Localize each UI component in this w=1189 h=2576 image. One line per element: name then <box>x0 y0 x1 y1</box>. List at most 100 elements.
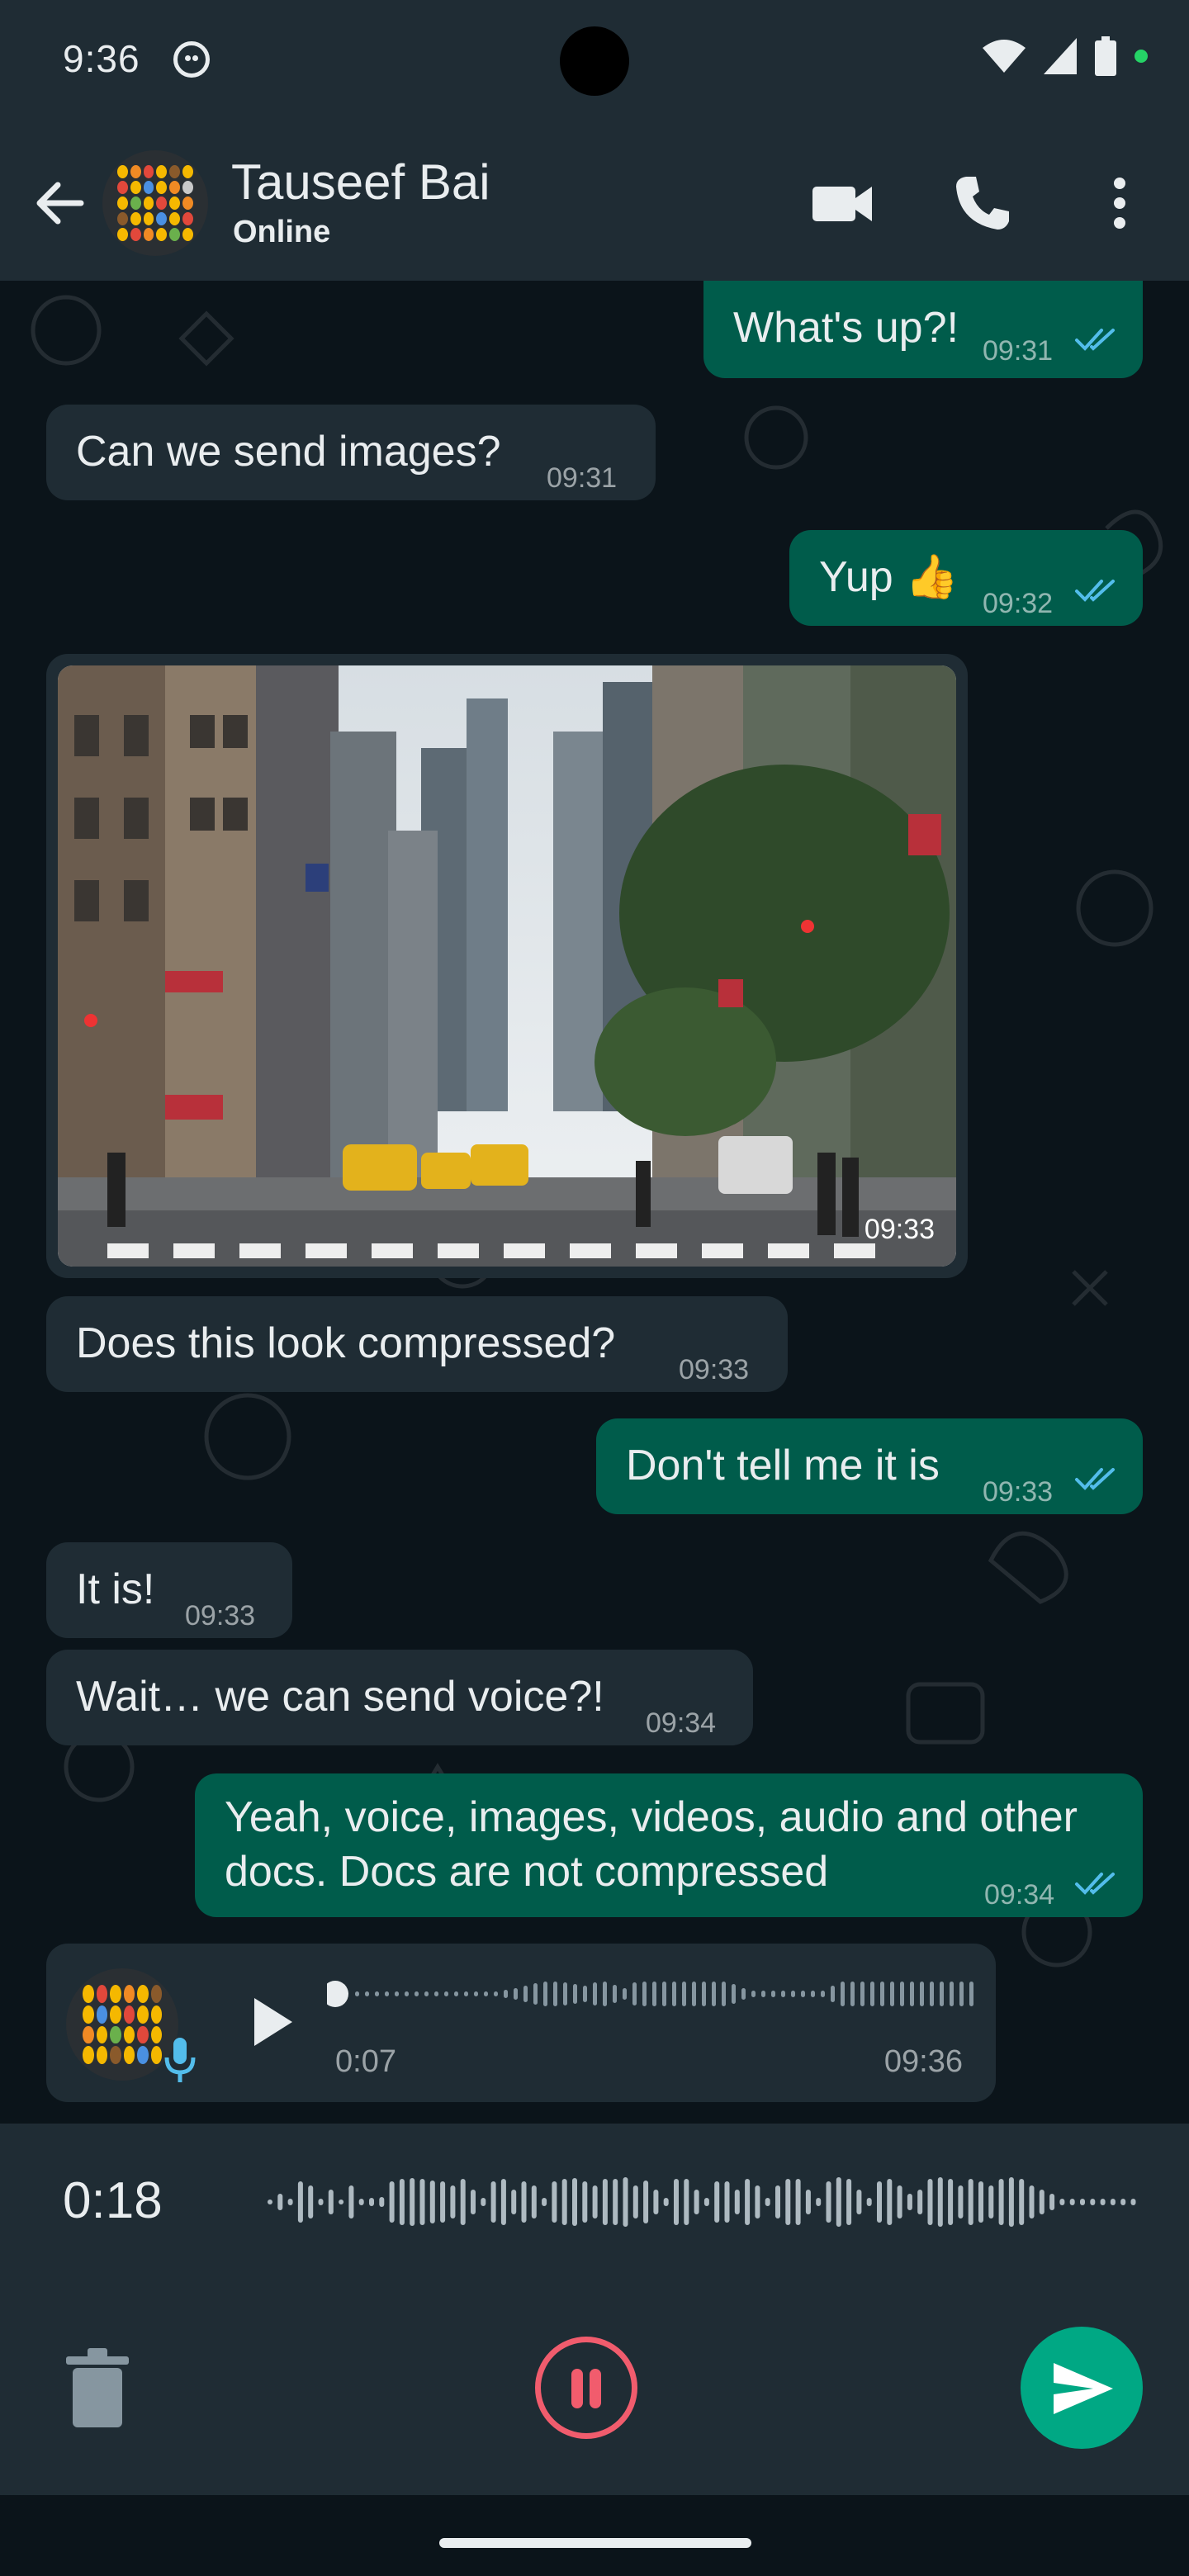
message-incoming[interactable]: Wait… we can send voice?! 09:34 <box>46 1650 753 1745</box>
pause-recording-button[interactable] <box>535 2337 637 2439</box>
message-text: Can we send images? <box>76 428 501 476</box>
play-icon[interactable] <box>244 1993 297 2051</box>
video-call-icon[interactable] <box>808 168 877 238</box>
message-outgoing[interactable]: What's up?! 09:31 <box>703 281 1143 378</box>
recording-bar <box>856 2190 862 2214</box>
waveform-bar <box>959 1982 964 2006</box>
recording-timer: 0:18 <box>63 2172 163 2229</box>
delete-recording-icon[interactable] <box>64 2346 130 2429</box>
waveform-bar <box>969 1982 973 2006</box>
waveform-bar <box>474 1991 478 1996</box>
recording-bar <box>511 2190 517 2214</box>
recording-bar <box>613 2179 618 2225</box>
read-receipt-icon <box>1075 1468 1115 1490</box>
recording-bar <box>552 2181 557 2223</box>
message-text: Does this look compressed? <box>76 1319 616 1367</box>
message-outgoing[interactable]: Don't tell me it is 09:33 <box>596 1418 1143 1514</box>
waveform-bar <box>603 1982 607 2006</box>
voice-time: 09:36 <box>883 2044 963 2079</box>
recording-bar <box>714 2181 720 2223</box>
recording-bar <box>440 2181 446 2223</box>
recording-bar <box>542 2198 547 2206</box>
waveform-bar <box>850 1982 855 2006</box>
voice-message[interactable]: 0:07 09:36 <box>46 1944 996 2102</box>
recording-bar <box>846 2179 852 2225</box>
recording-bar <box>948 2179 954 2225</box>
waveform-bar <box>890 1982 894 2006</box>
waveform-bar <box>751 1991 756 1997</box>
message-outgoing[interactable]: Yup 👍 09:32 <box>789 530 1143 626</box>
message-text: What's up?! <box>733 304 959 352</box>
more-options-icon[interactable] <box>1085 168 1154 238</box>
message-text: Yup 👍 <box>819 553 959 601</box>
recording-bar <box>287 2199 293 2205</box>
recording-bar <box>348 2185 354 2218</box>
waveform-bar <box>434 1991 438 1996</box>
recording-panel: 0:18 <box>0 2124 1189 2495</box>
recording-bar <box>745 2179 751 2225</box>
voice-call-icon[interactable] <box>948 168 1017 238</box>
contact-avatar[interactable] <box>102 150 208 256</box>
message-outgoing[interactable]: Yeah, voice, images, videos, audio and o… <box>195 1773 1143 1917</box>
send-button[interactable] <box>1021 2327 1143 2449</box>
battery-icon <box>1095 36 1116 76</box>
signal-icon <box>1044 38 1077 74</box>
recording-bar <box>663 2198 669 2206</box>
waveform-bar <box>821 1991 825 1997</box>
recording-bar <box>1080 2199 1085 2205</box>
recording-bar <box>602 2179 608 2225</box>
recording-bar <box>978 2181 983 2223</box>
home-gesture-bar[interactable] <box>439 2538 751 2548</box>
waveform-bar <box>860 1982 865 2006</box>
read-receipt-icon <box>1075 1873 1115 1895</box>
back-arrow-icon[interactable] <box>30 173 89 233</box>
waveform-bar <box>702 1982 706 2006</box>
message-incoming[interactable]: It is! 09:33 <box>46 1542 292 1638</box>
message-text-line-1: Yeah, voice, images, videos, audio and o… <box>225 1793 1078 1841</box>
waveform-bar <box>732 1984 736 2004</box>
message-time: 09:31 <box>547 462 618 494</box>
recording-bar <box>297 2181 303 2223</box>
recording-bar <box>917 2190 923 2214</box>
chat-header: Tauseef Bai Online <box>0 124 1189 281</box>
message-time: 09:33 <box>983 1476 1054 1508</box>
waveform-bar <box>771 1991 775 1997</box>
waveform-bar <box>623 1988 627 2000</box>
waveform-bar <box>553 1982 557 2006</box>
waveform-bar <box>395 1991 399 1996</box>
recording-bar <box>866 2198 872 2206</box>
avatar-emoji-grid <box>117 165 193 241</box>
recording-bar <box>816 2198 822 2206</box>
voice-waveform[interactable] <box>327 1973 979 2015</box>
recording-bar <box>684 2179 689 2225</box>
recording-bar <box>318 2199 324 2205</box>
street-photo[interactable] <box>58 665 956 1267</box>
message-incoming[interactable]: Can we send images? 09:31 <box>46 405 656 500</box>
voice-playhead[interactable] <box>327 1981 348 2007</box>
recording-bar <box>592 2185 598 2218</box>
waveform-bar <box>880 1982 884 2006</box>
read-receipt-icon <box>1075 580 1115 602</box>
image-time: 09:33 <box>864 1214 935 1245</box>
chat-area[interactable]: What's up?! 09:31 Can we send images? 09… <box>0 281 1189 2124</box>
message-time: 09:32 <box>983 588 1054 619</box>
wifi-icon <box>983 40 1026 73</box>
message-text: Don't tell me it is <box>626 1442 940 1489</box>
recording-bar <box>694 2190 699 2214</box>
voice-sender-avatar <box>66 1968 178 2081</box>
recording-bar <box>410 2178 415 2226</box>
recording-bar <box>1090 2199 1096 2205</box>
image-message[interactable]: 09:33 <box>46 654 968 1278</box>
recording-bar <box>958 2185 964 2218</box>
waveform-bar <box>801 1991 805 1997</box>
waveform-bar <box>414 1991 419 1996</box>
waveform-bar <box>791 1991 795 1997</box>
waveform-bar <box>494 1991 498 1996</box>
contact-name[interactable]: Tauseef Bai <box>231 154 490 211</box>
recording-bar <box>1049 2194 1055 2210</box>
recording-bar <box>907 2194 912 2210</box>
recording-bar <box>1120 2199 1126 2205</box>
recording-bar <box>1059 2199 1065 2205</box>
recording-bar <box>399 2179 405 2225</box>
message-incoming[interactable]: Does this look compressed? 09:33 <box>46 1296 788 1392</box>
